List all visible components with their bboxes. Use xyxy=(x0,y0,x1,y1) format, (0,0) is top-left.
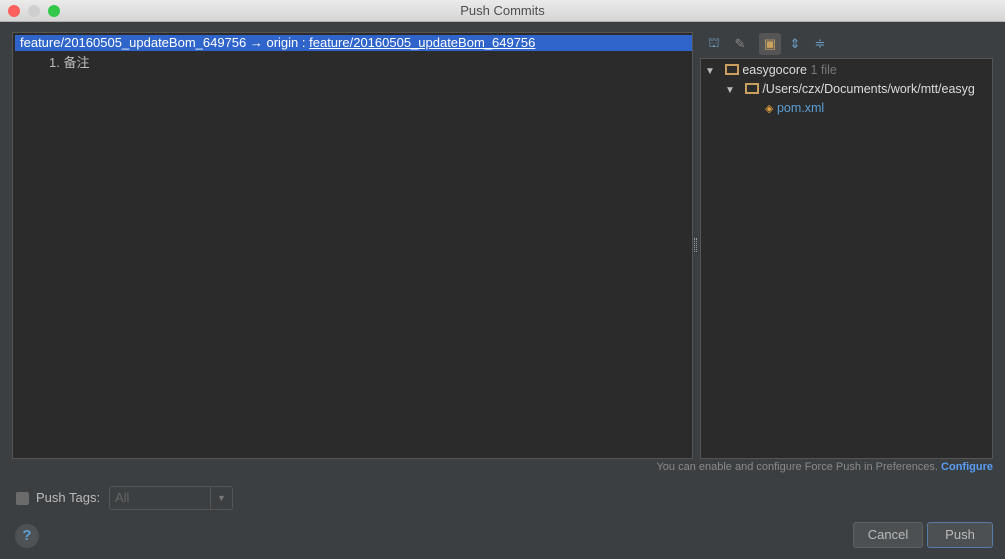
force-push-hint: You can enable and configure Force Push … xyxy=(656,461,993,473)
push-tags-value: All xyxy=(115,490,130,505)
group-by-directory-icon[interactable]: ▣ xyxy=(759,33,781,55)
cancel-button[interactable]: Cancel xyxy=(853,522,923,548)
folder-path: /Users/czx/Documents/work/mtt/easyg xyxy=(762,82,975,96)
tree-node-file[interactable]: ◈ pom.xml xyxy=(765,100,824,117)
close-window-button[interactable] xyxy=(8,5,20,17)
branch-row[interactable]: feature/20160505_updateBom_649756 → orig… xyxy=(15,35,692,51)
commit-icon[interactable]: ⛫ xyxy=(703,33,725,55)
file-count: 1 file xyxy=(810,63,837,77)
chevron-down-icon: ▼ xyxy=(210,487,232,509)
module-name: easygocore xyxy=(742,63,807,77)
splitter-handle[interactable] xyxy=(694,238,697,252)
expand-arrow-icon[interactable]: ▼ xyxy=(705,66,715,77)
window-title: Push Commits xyxy=(460,3,545,18)
expand-arrow-icon[interactable]: ▼ xyxy=(725,85,735,96)
commit-item[interactable]: 1. 备注 xyxy=(49,52,89,71)
local-branch: feature/20160505_updateBom_649756 xyxy=(20,35,247,50)
push-tags-dropdown[interactable]: All ▼ xyxy=(109,486,233,510)
module-icon xyxy=(725,64,740,75)
hint-text: You can enable and configure Force Push … xyxy=(656,461,942,473)
title-bar: Push Commits xyxy=(0,0,1005,22)
file-name: pom.xml xyxy=(776,101,825,115)
tree-node-folder[interactable]: ▼ /Users/czx/Documents/work/mtt/easyg xyxy=(725,81,975,99)
xml-file-icon: ◈ xyxy=(765,103,774,115)
changes-tree[interactable]: ▼ easygocore 1 file ▼ /Users/czx/Documen… xyxy=(700,58,993,459)
folder-icon xyxy=(745,83,760,94)
commits-tree[interactable]: feature/20160505_updateBom_649756 → orig… xyxy=(12,32,693,459)
zoom-window-button[interactable] xyxy=(48,5,60,17)
remote-branch-link[interactable]: feature/20160505_updateBom_649756 xyxy=(309,35,535,50)
minimize-window-button[interactable] xyxy=(28,5,40,17)
help-button[interactable]: ? xyxy=(15,524,39,548)
expand-all-icon[interactable]: ⇕ xyxy=(784,33,806,55)
tree-node-module[interactable]: ▼ easygocore 1 file xyxy=(705,62,837,80)
push-tags-label: Push Tags: xyxy=(36,490,101,505)
push-button[interactable]: Push xyxy=(927,522,993,548)
push-target-arrow: → origin : xyxy=(246,35,310,50)
collapse-all-icon[interactable]: ≑ xyxy=(809,33,831,55)
configure-link[interactable]: Configure xyxy=(941,461,993,473)
edit-source-icon[interactable]: ✎ xyxy=(729,33,751,55)
push-tags-checkbox[interactable] xyxy=(16,492,29,505)
